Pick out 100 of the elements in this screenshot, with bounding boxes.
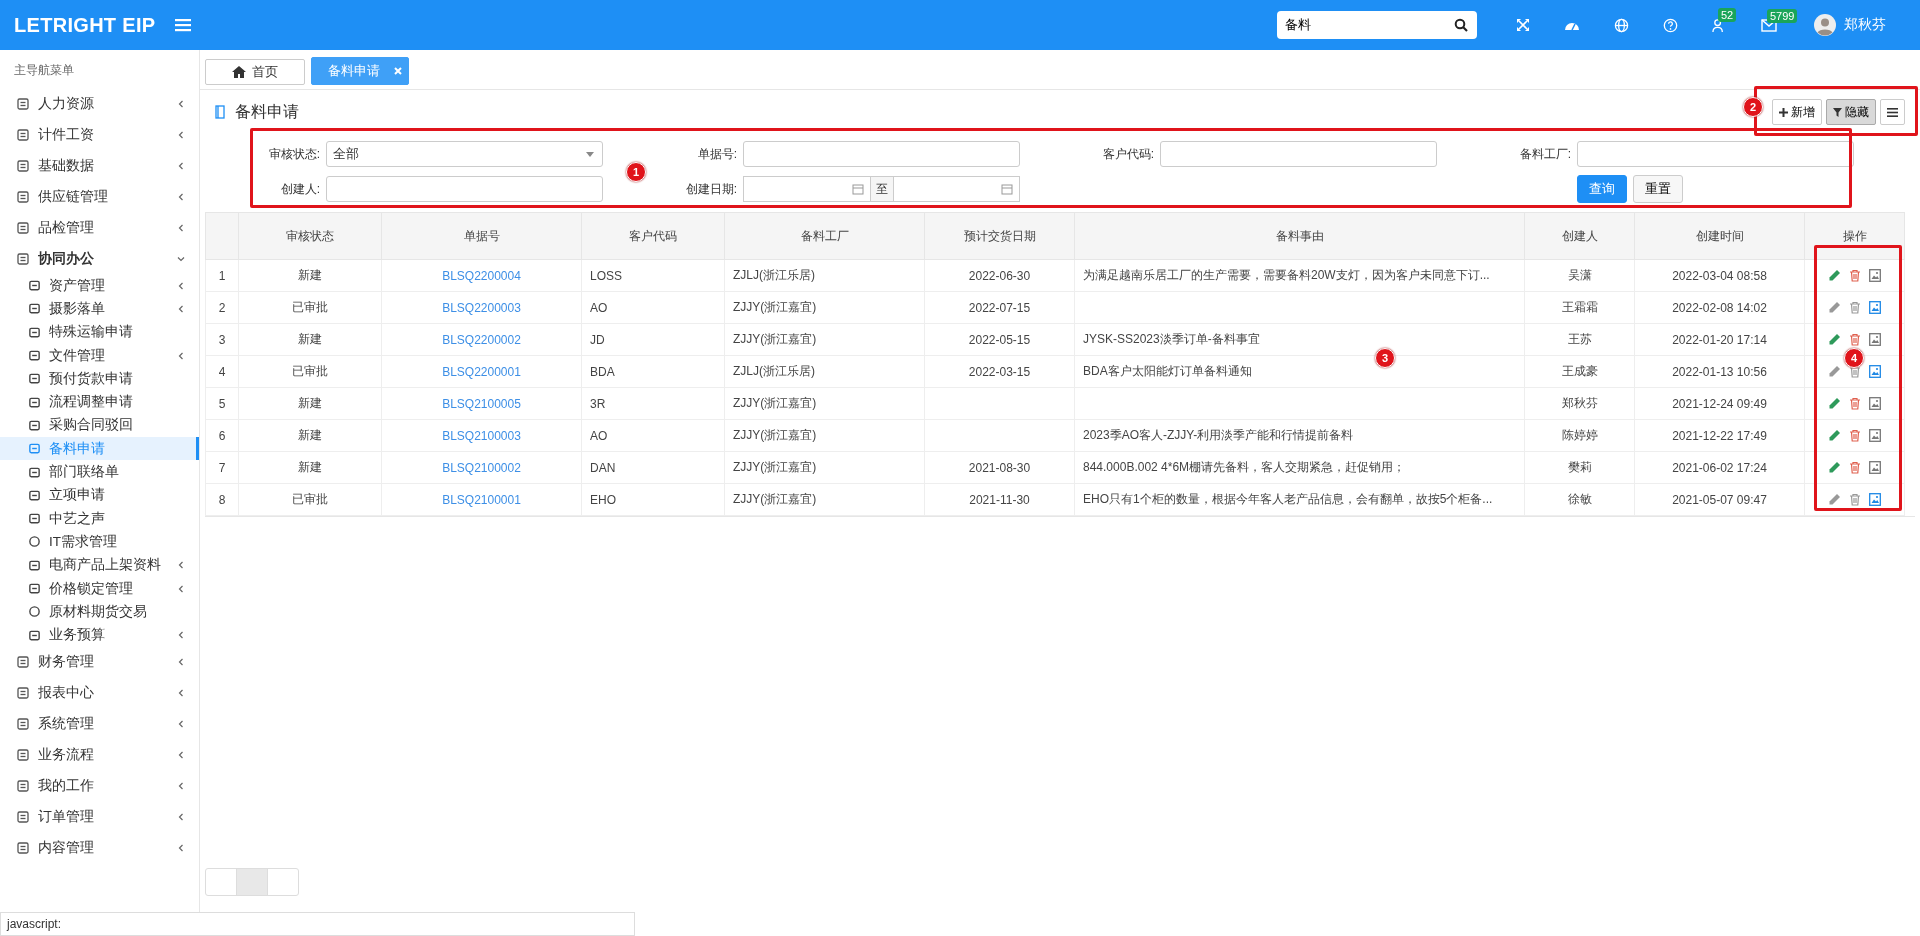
edit-icon[interactable] <box>1828 301 1841 314</box>
chevron-left-icon <box>177 351 185 360</box>
sidebar-subitem[interactable]: 流程调整申请 <box>0 390 199 414</box>
help-icon[interactable] <box>1663 17 1678 33</box>
sidebar-subitem[interactable]: IT需求管理 <box>0 530 199 554</box>
column-header[interactable]: 创建时间 <box>1634 212 1805 260</box>
image-icon[interactable] <box>1869 397 1881 410</box>
sidebar-item[interactable]: 内容管理 <box>0 832 199 864</box>
sidebar-subitem[interactable]: 资产管理 <box>0 274 199 298</box>
page-title: 备料申请 <box>235 101 299 122</box>
reset-button[interactable]: 重置 <box>1633 175 1683 203</box>
edit-icon[interactable] <box>1828 269 1841 282</box>
column-header[interactable]: 单据号 <box>381 212 582 260</box>
row-number: 7 <box>205 451 239 484</box>
sidebar-item[interactable]: 基础数据 <box>0 150 199 181</box>
column-header[interactable]: 操作 <box>1804 212 1905 260</box>
fullscreen-icon[interactable] <box>1516 18 1530 32</box>
sidebar-item[interactable]: 人力资源 <box>0 88 199 119</box>
column-header[interactable]: 备料工厂 <box>724 212 925 260</box>
sidebar-subitem[interactable]: 原材料期货交易 <box>0 600 199 624</box>
delete-icon[interactable] <box>1849 365 1861 378</box>
edit-icon[interactable] <box>1828 429 1841 442</box>
input-field[interactable] <box>1577 141 1854 167</box>
column-header[interactable]: 审核状态 <box>238 212 382 260</box>
chevron-left-icon <box>177 561 185 570</box>
sidebar-subitem[interactable]: 业务预算 <box>0 623 199 647</box>
delete-icon[interactable] <box>1849 493 1861 506</box>
edit-icon[interactable] <box>1828 461 1841 474</box>
sidebar-subitem[interactable]: 价格锁定管理 <box>0 576 199 601</box>
field-label: 单据号: <box>696 145 738 163</box>
annotation-badge: 4 <box>1844 348 1864 368</box>
page-tab[interactable]: 首页 <box>205 59 305 85</box>
sidebar-item[interactable]: 业务流程 <box>0 739 199 771</box>
table-cell: ZJJY(浙江嘉宜) <box>724 323 925 356</box>
sidebar-item[interactable]: 财务管理 <box>0 646 199 678</box>
close-icon[interactable] <box>394 67 402 75</box>
image-icon[interactable] <box>1869 301 1881 314</box>
edit-icon[interactable] <box>1828 397 1841 410</box>
chevron-left-icon <box>177 161 185 170</box>
edit-icon[interactable] <box>1828 333 1841 346</box>
delete-icon[interactable] <box>1849 397 1861 410</box>
delete-icon[interactable] <box>1849 269 1861 282</box>
status-select[interactable]: 全部 <box>326 141 603 167</box>
image-icon[interactable] <box>1869 333 1881 346</box>
input-field[interactable] <box>743 141 1020 167</box>
column-header[interactable]: 备料事由 <box>1074 212 1525 260</box>
hide-filter-button[interactable]: 隐藏 <box>1826 99 1876 125</box>
sidebar-subitem[interactable]: 部门联络单 <box>0 460 199 484</box>
search-field[interactable]: 备料 <box>1277 11 1477 39</box>
globe-icon[interactable] <box>1614 17 1629 33</box>
sidebar-subitem[interactable]: 预付货款申请 <box>0 367 199 391</box>
sidebar-item[interactable]: 供应链管理 <box>0 181 199 212</box>
edit-icon[interactable] <box>1828 365 1841 378</box>
sidebar-item[interactable]: 报表中心 <box>0 677 199 709</box>
delete-icon[interactable] <box>1849 333 1861 346</box>
sidebar-subitem[interactable]: 电商产品上架资料 <box>0 553 199 577</box>
image-icon[interactable] <box>1869 493 1881 506</box>
delete-icon[interactable] <box>1849 461 1861 474</box>
edit-icon[interactable] <box>1828 493 1841 506</box>
column-header[interactable]: 预计交货日期 <box>924 212 1075 260</box>
table-cell: 已审批 <box>238 483 382 516</box>
delete-icon[interactable] <box>1849 429 1861 442</box>
sidebar-item[interactable]: 订单管理 <box>0 801 199 833</box>
input-field[interactable] <box>326 176 603 202</box>
search-icon[interactable] <box>1454 18 1468 32</box>
sidebar-subitem[interactable]: 采购合同驳回 <box>0 413 199 438</box>
column-header[interactable]: 客户代码 <box>581 212 725 260</box>
table-cell: 2021-11-30 <box>924 483 1075 516</box>
column-header[interactable]: 创建人 <box>1524 212 1635 260</box>
date-field[interactable] <box>892 176 1020 202</box>
table-cell: 已审批 <box>238 291 382 324</box>
table-cell: 2021-08-30 <box>924 451 1075 484</box>
sidebar-item[interactable]: 我的工作 <box>0 770 199 802</box>
sidebar-item[interactable]: 计件工资 <box>0 119 199 150</box>
annotation-badge: 3 <box>1375 348 1395 368</box>
menu-icon[interactable] <box>175 18 192 32</box>
sidebar-subitem[interactable]: 文件管理 <box>0 343 199 368</box>
sidebar-item[interactable]: 系统管理 <box>0 708 199 740</box>
sidebar-subitem[interactable]: 立项申请 <box>0 483 199 507</box>
image-icon[interactable] <box>1869 365 1881 378</box>
notification-count: 52 <box>1718 7 1737 22</box>
sidebar-subitem[interactable]: 中艺之声 <box>0 506 199 531</box>
chevron-left-icon <box>177 782 185 791</box>
image-icon[interactable] <box>1869 429 1881 442</box>
add-button[interactable]: 新增 <box>1772 99 1822 125</box>
sidebar-item[interactable]: 品检管理 <box>0 212 199 243</box>
column-menu-button[interactable] <box>1880 99 1905 125</box>
image-icon[interactable] <box>1869 461 1881 474</box>
avatar-icon[interactable] <box>1814 14 1836 36</box>
row-number: 8 <box>205 483 239 516</box>
sidebar-subitem[interactable]: 特殊运输申请 <box>0 320 199 344</box>
delete-icon[interactable] <box>1849 301 1861 314</box>
table-cell: 王霜霜 <box>1524 291 1635 324</box>
date-field[interactable] <box>743 176 871 202</box>
sidebar-subitem[interactable]: 摄影落单 <box>0 297 199 321</box>
input-field[interactable] <box>1160 141 1437 167</box>
sidebar-item[interactable]: 协同办公 <box>0 243 199 274</box>
table-cell: AO <box>581 419 725 452</box>
chevron-left-icon <box>177 751 185 760</box>
image-icon[interactable] <box>1869 269 1881 282</box>
